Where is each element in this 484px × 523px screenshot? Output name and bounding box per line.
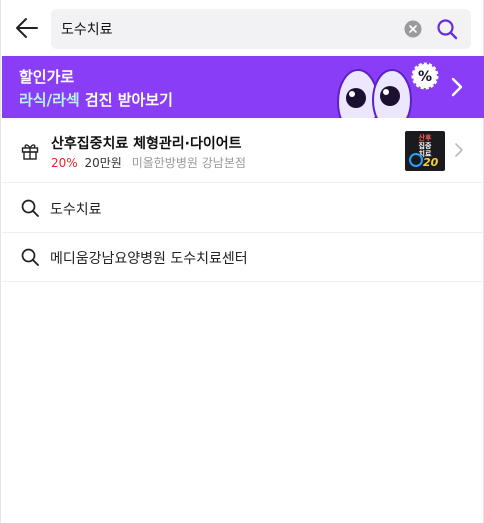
swirl-icon: [409, 153, 423, 167]
back-arrow-icon[interactable]: [13, 14, 41, 42]
gift-icon: [21, 144, 39, 160]
banner-title: 할인가로: [19, 68, 75, 86]
search-input[interactable]: [61, 9, 391, 49]
ad-price: 20만원: [84, 156, 122, 170]
suggestion-text: 도수치료: [50, 202, 102, 218]
ad-title: 산후집중치료 체형관리·다이어트: [51, 136, 242, 152]
banner-subtitle: 라식/라섹 검진 받아보기: [19, 89, 173, 110]
search-header: [1, 0, 484, 56]
search-icon: [21, 248, 39, 266]
ad-details: 20% 20만원 미올한방병원 강남본점: [51, 154, 246, 171]
thumb-number: 20: [423, 156, 439, 169]
eyes-illustration: %: [337, 62, 439, 118]
ad-item[interactable]: 산후집중치료 체형관리·다이어트 20% 20만원 미올한방병원 강남본점 산후…: [2, 118, 484, 183]
chevron-right-icon: [455, 143, 463, 157]
promo-banner[interactable]: 할인가로 라식/라섹 검진 받아보기 %: [2, 56, 484, 118]
banner-subtitle-rest: 검진 받아보기: [79, 91, 173, 109]
clear-icon[interactable]: [404, 20, 422, 38]
ad-clinic: 미올한방병원 강남본점: [131, 156, 246, 170]
discount-badge-text: %: [418, 69, 432, 85]
suggestion-text: 메디움강남요양병원 도수치료센터: [50, 251, 248, 267]
suggestion-item[interactable]: 도수치료: [2, 184, 484, 233]
chevron-right-icon: [451, 77, 463, 97]
ad-thumbnail: 산후 집중 치료 20: [405, 131, 445, 171]
search-icon: [21, 199, 39, 217]
search-icon[interactable]: [435, 17, 459, 41]
suggestion-item[interactable]: 메디움강남요양병원 도수치료센터: [2, 233, 484, 282]
ad-discount: 20%: [51, 156, 78, 170]
banner-highlight: 라식/라섹: [19, 91, 80, 109]
search-box: [51, 9, 471, 49]
thumb-text-2: 집중: [418, 142, 432, 150]
thumb-text-1: 산후: [418, 134, 432, 142]
app-frame: 할인가로 라식/라섹 검진 받아보기 % 산후집중치료 체형관리·다이어트: [0, 0, 484, 523]
